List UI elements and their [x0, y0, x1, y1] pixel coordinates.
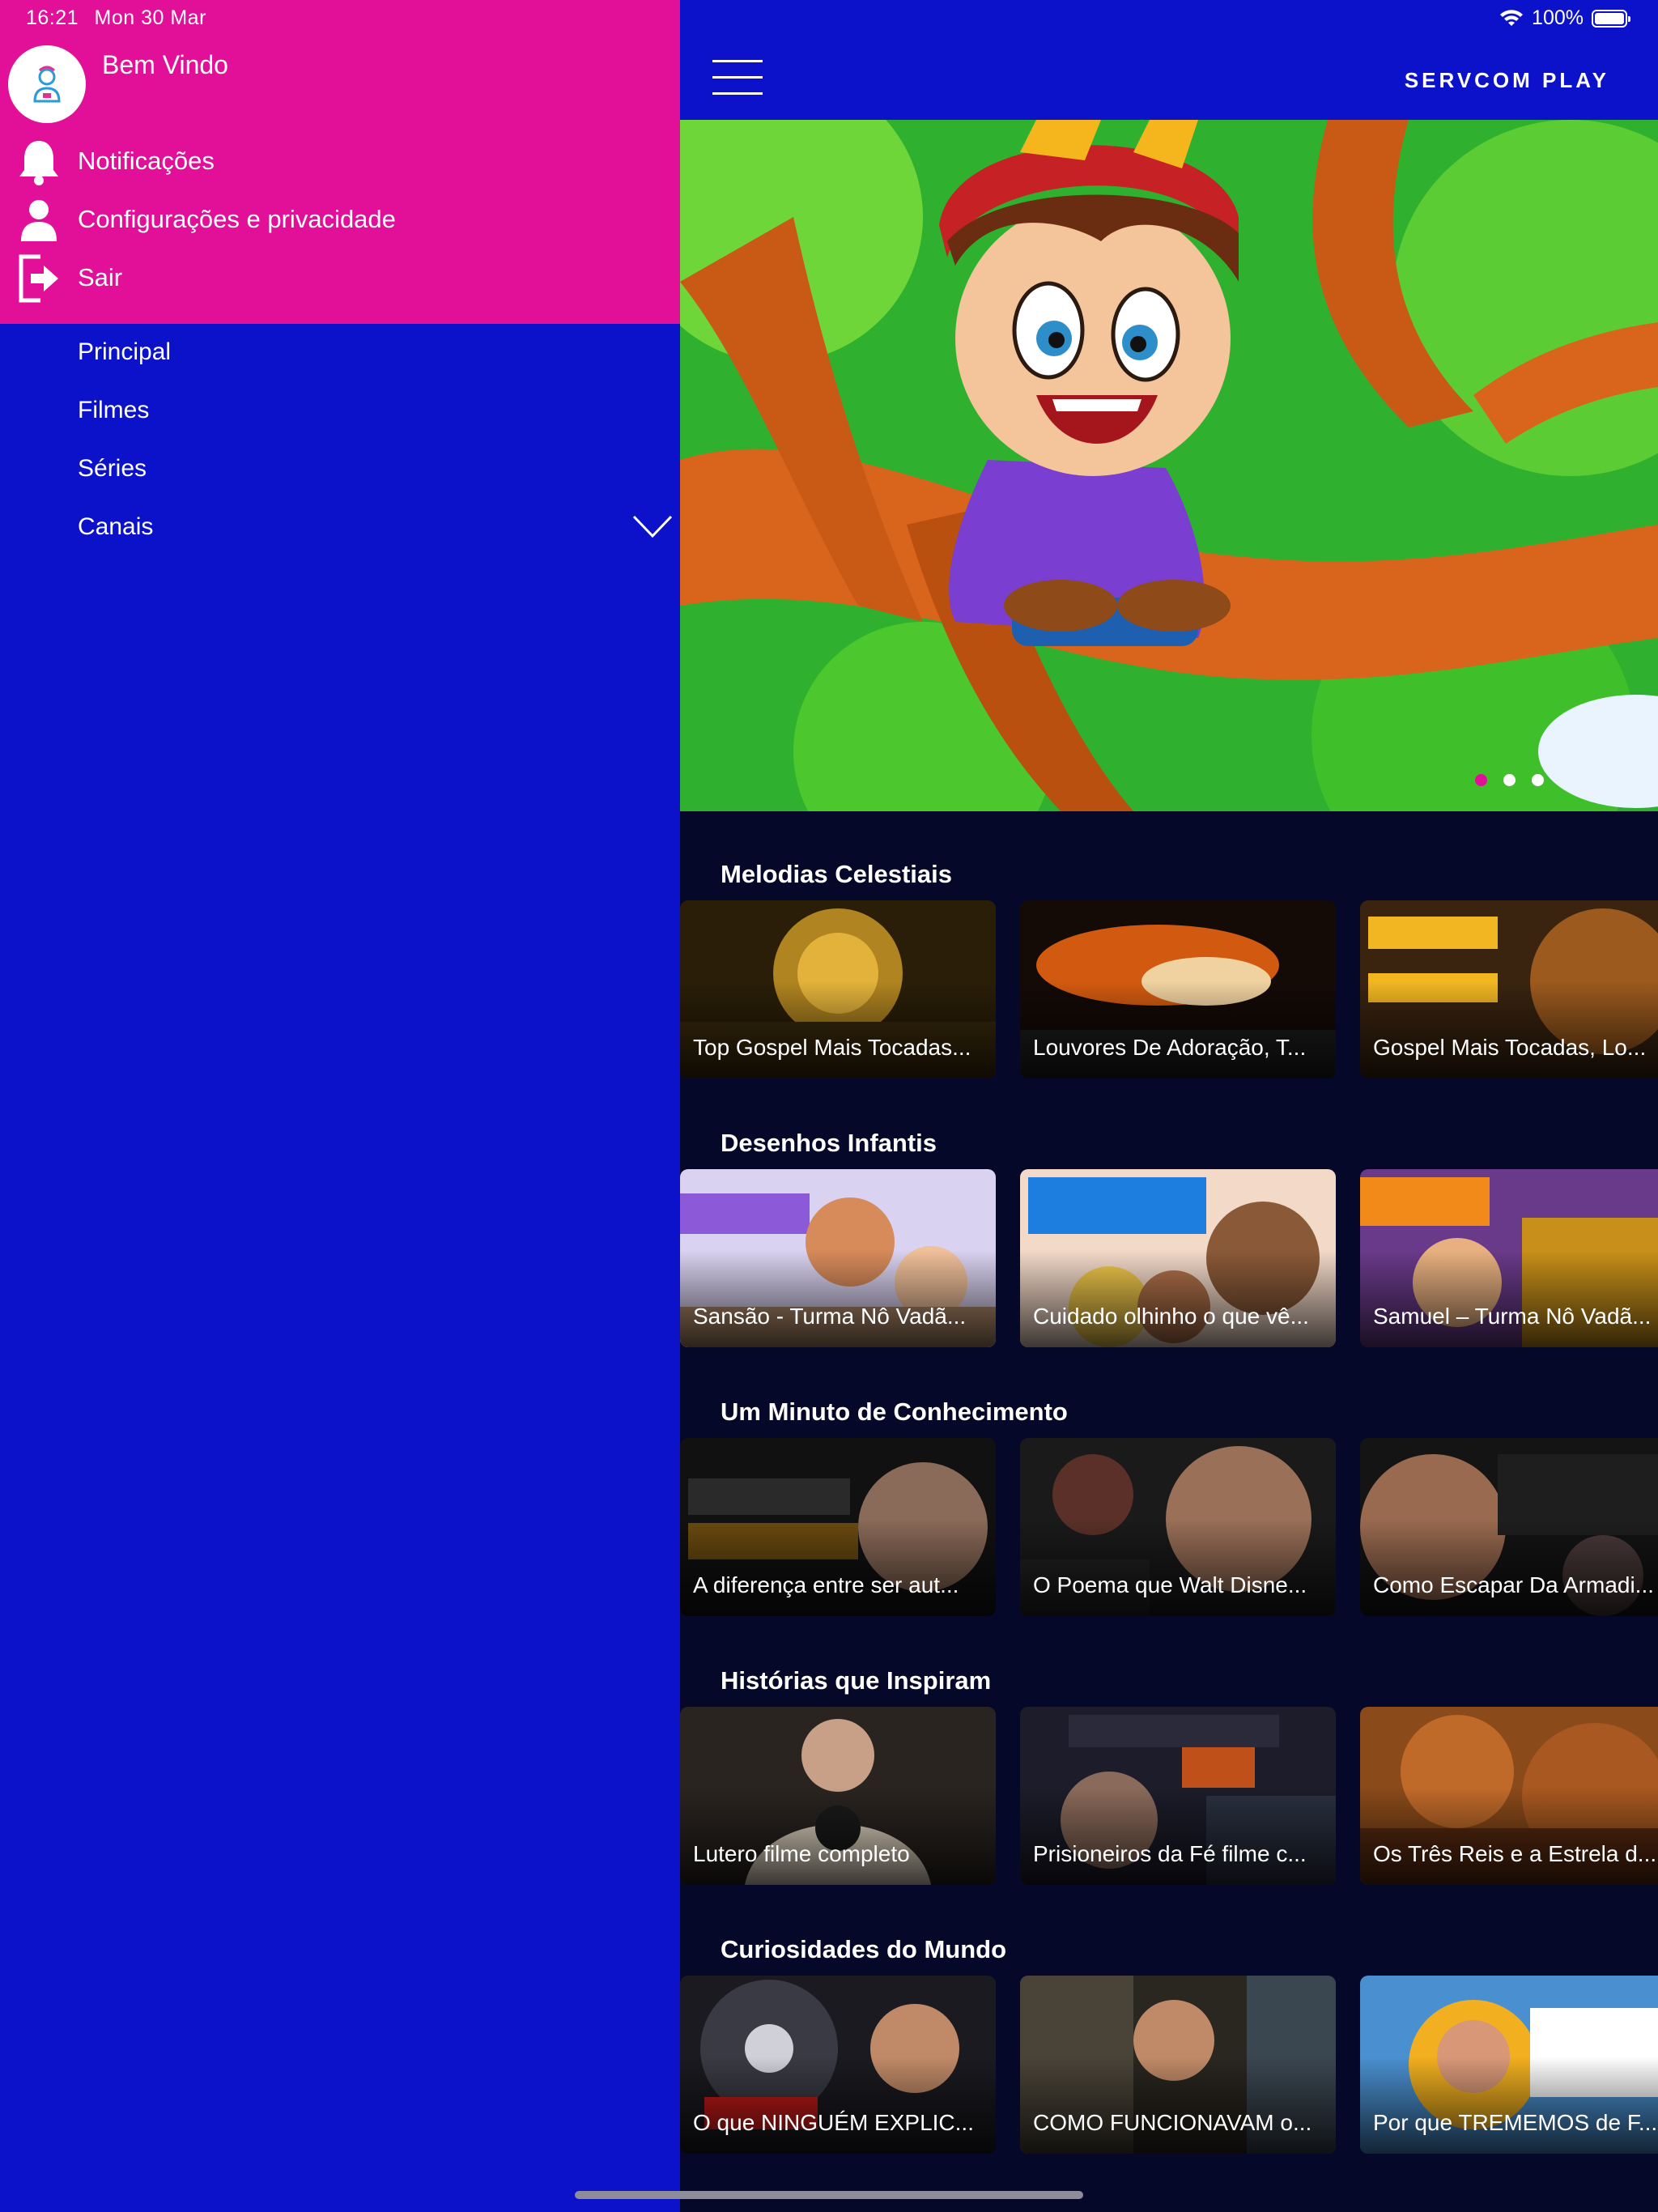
hero-banner[interactable]	[680, 120, 1658, 811]
logout-label: Sair	[78, 263, 123, 291]
video-card[interactable]: Os Três Reis e a Estrela d...	[1360, 1707, 1658, 1885]
section-title: Um Minuto de Conhecimento	[721, 1397, 1068, 1426]
card-caption: Top Gospel Mais Tocadas...	[693, 1035, 971, 1060]
nav-item-canais[interactable]: Canais	[78, 513, 153, 541]
caption-gradient	[1020, 1519, 1336, 1616]
wifi-icon	[1500, 9, 1524, 26]
caption-gradient	[1360, 2057, 1658, 2154]
card-caption: A diferença entre ser aut...	[693, 1572, 959, 1597]
caption-gradient	[1020, 2057, 1336, 2154]
caption-gradient	[1360, 1788, 1658, 1885]
card-caption: O que NINGUÉM EXPLIC...	[693, 2110, 974, 2135]
card-caption: Lutero filme completo	[693, 1841, 910, 1866]
card-caption: Como Escapar Da Armadi...	[1373, 1572, 1655, 1597]
section-title: Desenhos Infantis	[721, 1129, 937, 1157]
notifications-label: Notificações	[78, 147, 215, 175]
avatar[interactable]	[8, 45, 86, 123]
status-right: 100%	[1499, 6, 1630, 30]
drawer-header: Bem Vindo Notificações Configurações e p…	[0, 0, 680, 324]
battery-percent: 100%	[1532, 6, 1584, 29]
caption-gradient	[1020, 981, 1336, 1078]
caption-gradient	[680, 1519, 996, 1616]
caption-gradient	[680, 981, 996, 1078]
brand-title: SERVCOM PLAY	[1404, 68, 1609, 92]
bell-icon	[15, 138, 63, 186]
hero-illustration	[680, 120, 1658, 811]
video-card[interactable]: A diferença entre ser aut...	[680, 1438, 996, 1616]
logout-icon	[15, 254, 63, 303]
caption-gradient	[1360, 1250, 1658, 1347]
status-date: Mon 30 Mar	[94, 6, 206, 29]
video-card[interactable]: O Poema que Walt Disne...	[1020, 1438, 1336, 1616]
status-clock: 16:21	[26, 6, 79, 29]
card-caption: Samuel – Turma Nô Vadã...	[1373, 1304, 1652, 1329]
battery-level	[1595, 12, 1624, 24]
battery-icon	[1592, 9, 1630, 28]
card-caption: Cuidado olhinho o que vê...	[1033, 1304, 1309, 1329]
video-card[interactable]: Cuidado olhinho o que vê...	[1020, 1169, 1336, 1347]
caption-gradient	[680, 1788, 996, 1885]
home-indicator[interactable]	[575, 2191, 1083, 2199]
hero-dot-1[interactable]	[1475, 774, 1487, 786]
welcome-text: Bem Vindo	[102, 50, 228, 79]
side-drawer: Bem Vindo Notificações Configurações e p…	[0, 0, 680, 2212]
nav-item-principal[interactable]: Principal	[78, 338, 171, 366]
chevron-down-icon[interactable]	[631, 512, 674, 541]
video-card[interactable]: Como Escapar Da Armadi...	[1360, 1438, 1658, 1616]
card-caption: Louvores De Adoração, T...	[1033, 1035, 1307, 1060]
caption-gradient	[1020, 1788, 1336, 1885]
card-caption: COMO FUNCIONAVAM o...	[1033, 2110, 1312, 2135]
caption-gradient	[1020, 1250, 1336, 1347]
video-card[interactable]: Gospel Mais Tocadas, Lo...	[1360, 900, 1658, 1078]
video-card[interactable]: Top Gospel Mais Tocadas...	[680, 900, 996, 1078]
card-caption: Os Três Reis e a Estrela d...	[1373, 1841, 1657, 1866]
nav-item-series[interactable]: Séries	[78, 455, 147, 483]
user-avatar-icon	[33, 66, 61, 103]
caption-gradient	[1360, 1519, 1658, 1616]
person-icon	[15, 196, 63, 245]
card-caption: Prisioneiros da Fé filme c...	[1033, 1841, 1307, 1866]
section-title: Histórias que Inspiram	[721, 1666, 992, 1695]
card-caption: Gospel Mais Tocadas, Lo...	[1373, 1035, 1647, 1060]
card-caption: Por que TREMEMOS de F...	[1373, 2110, 1658, 2135]
video-card[interactable]: Samuel – Turma Nô Vadã...	[1360, 1169, 1658, 1347]
video-card[interactable]: Por que TREMEMOS de F...	[1360, 1976, 1658, 2154]
logout-button[interactable]: Sair	[0, 249, 680, 306]
video-card[interactable]: Prisioneiros da Fé filme c...	[1020, 1707, 1336, 1885]
hero-dot-3[interactable]	[1532, 774, 1544, 786]
settings-privacy-button[interactable]: Configurações e privacidade	[0, 191, 680, 248]
caption-gradient	[1360, 981, 1658, 1078]
video-card[interactable]: Lutero filme completo	[680, 1707, 996, 1885]
menu-icon[interactable]	[712, 60, 763, 96]
video-card[interactable]: Louvores De Adoração, T...	[1020, 900, 1336, 1078]
main-content: SERVCOM PLAY Melodias Celestiais Top Gos…	[680, 0, 1658, 2212]
section-title: Curiosidades do Mundo	[721, 1935, 1007, 1963]
video-card[interactable]: Sansão - Turma Nô Vadã...	[680, 1169, 996, 1347]
hero-pagination	[1475, 774, 1544, 786]
card-caption: O Poema que Walt Disne...	[1033, 1572, 1307, 1597]
caption-gradient	[680, 1250, 996, 1347]
nav-item-filmes[interactable]: Filmes	[78, 397, 149, 424]
section-title: Melodias Celestiais	[721, 860, 953, 888]
hero-dot-2[interactable]	[1503, 774, 1516, 786]
video-card[interactable]: COMO FUNCIONAVAM o...	[1020, 1976, 1336, 2154]
status-time: 16:21 Mon 30 Mar	[26, 6, 206, 30]
caption-gradient	[680, 2057, 996, 2154]
card-caption: Sansão - Turma Nô Vadã...	[693, 1304, 967, 1329]
settings-privacy-label: Configurações e privacidade	[78, 205, 396, 233]
video-card[interactable]: O que NINGUÉM EXPLIC...	[680, 1976, 996, 2154]
notifications-button[interactable]: Notificações	[0, 133, 680, 189]
